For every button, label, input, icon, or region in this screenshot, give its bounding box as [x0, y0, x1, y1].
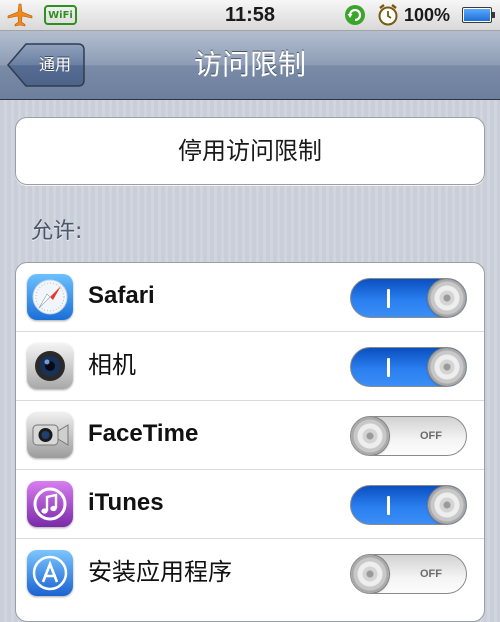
list-item-install-apps: 安装应用程序 OFF: [16, 539, 484, 607]
switch-off-label: OFF: [420, 430, 442, 442]
battery-percent: 100%: [404, 5, 451, 25]
switch-knob[interactable]: [428, 279, 466, 317]
battery-icon: [462, 7, 492, 23]
app-store-icon: [27, 550, 73, 596]
battery-tip: [492, 12, 495, 18]
toggle-itunes[interactable]: OFF: [350, 485, 467, 525]
battery-fill: [464, 9, 490, 21]
list-item-facetime: FaceTime OFF: [16, 401, 484, 470]
switch-knob[interactable]: [351, 555, 389, 593]
alarm-icon: [378, 4, 398, 26]
switch-knob[interactable]: [351, 417, 389, 455]
switch-on-mark: [387, 358, 390, 377]
page-title: 访问限制: [193, 48, 306, 81]
list-item-label: 相机: [88, 351, 136, 379]
switch-on-mark: [387, 496, 390, 515]
switch-knob[interactable]: [428, 486, 466, 524]
switch-on-mark: [387, 289, 390, 308]
back-button-label: 通用: [38, 55, 71, 74]
allow-list: Safari OFF 相机 OFF: [15, 262, 485, 622]
sync-icon: [345, 5, 365, 25]
toggle-facetime[interactable]: OFF: [350, 416, 467, 456]
list-item-label: iTunes: [88, 489, 164, 516]
disable-restrictions-button[interactable]: 停用访问限制: [15, 117, 485, 185]
toggle-camera[interactable]: OFF: [350, 347, 467, 387]
list-item-itunes: iTunes OFF: [16, 470, 484, 539]
list-item-label: 安装应用程序: [88, 558, 232, 586]
back-button[interactable]: 通用: [6, 42, 86, 88]
navigation-bar: 通用 访问限制: [0, 31, 500, 100]
camera-icon: [27, 343, 73, 389]
facetime-icon: [27, 412, 73, 458]
list-item-label: FaceTime: [88, 420, 199, 447]
list-item-camera: 相机 OFF: [16, 332, 484, 401]
switch-knob[interactable]: [428, 348, 466, 386]
itunes-icon: [27, 481, 73, 527]
safari-icon: [27, 274, 73, 320]
status-bar: WiFi 11:58 100%: [0, 0, 500, 31]
switch-off-label: OFF: [420, 568, 442, 580]
toggle-safari[interactable]: OFF: [350, 278, 467, 318]
toggle-install-apps[interactable]: OFF: [350, 554, 467, 594]
list-item-safari: Safari OFF: [16, 263, 484, 332]
list-item-label: Safari: [88, 282, 155, 309]
section-header-allow: 允许:: [31, 219, 83, 244]
